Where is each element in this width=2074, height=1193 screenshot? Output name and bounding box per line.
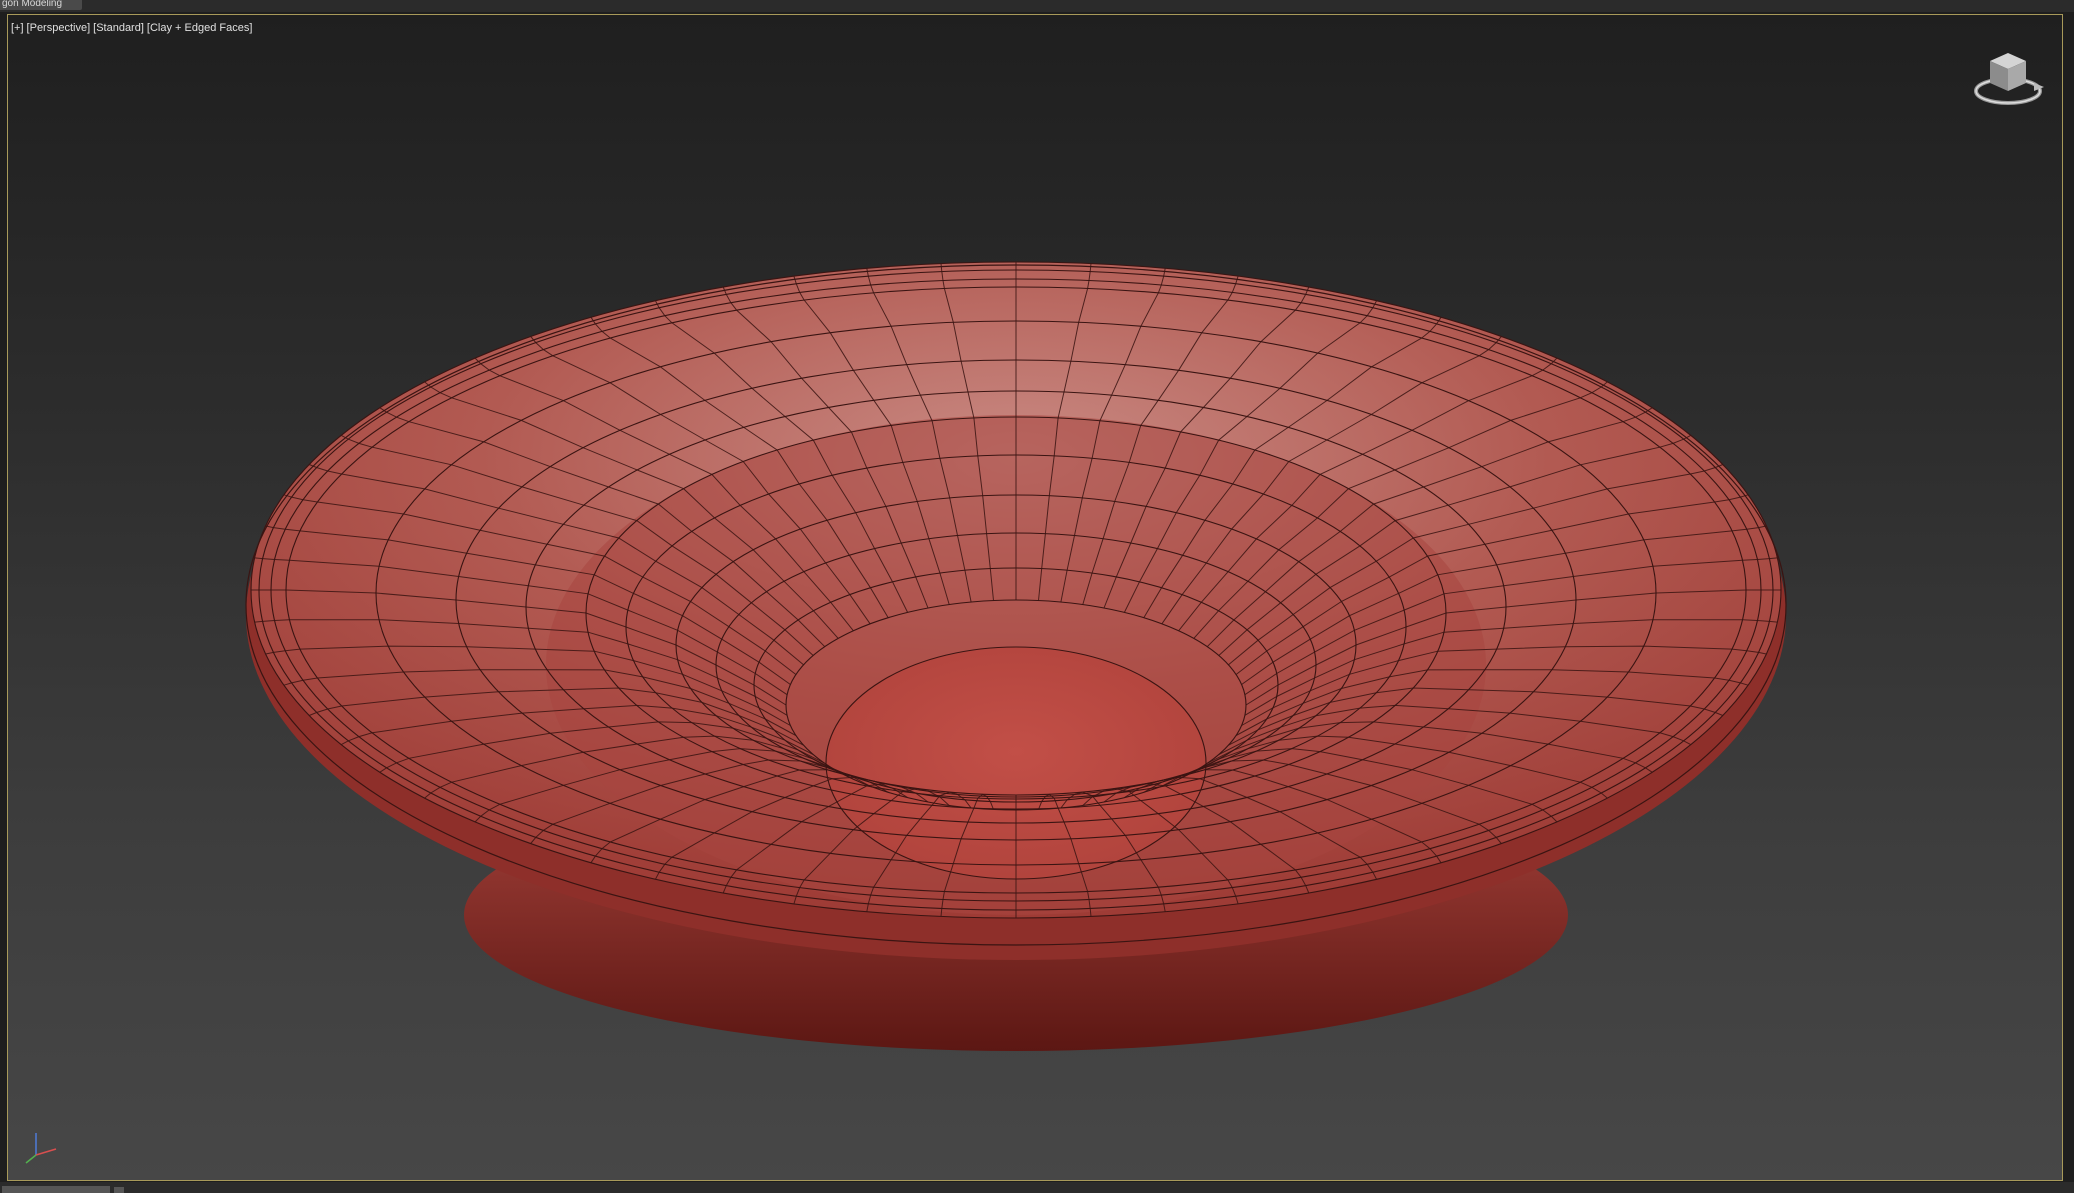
bowl-mesh[interactable] [8,15,2062,1180]
axis-tripod-icon [25,1133,57,1164]
bottom-tab[interactable] [2,1186,110,1193]
ribbon-strip [0,0,2074,12]
status-strip [0,1182,2074,1193]
viewcube-icon[interactable] [1972,47,2048,115]
perspective-viewport[interactable]: [+] [Perspective] [Standard] [Clay + Edged … [7,14,2063,1181]
ribbon-tab[interactable]: gon Modeling [0,0,82,10]
bottom-small-button[interactable] [114,1187,124,1193]
